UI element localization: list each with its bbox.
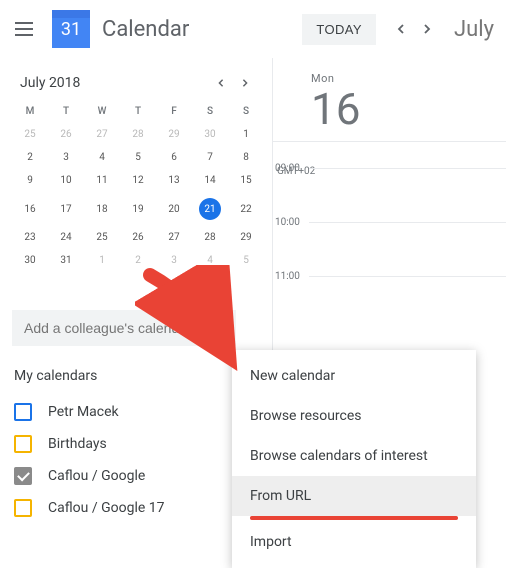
mini-cal-day[interactable]: 20 [156, 192, 192, 226]
mini-cal-day[interactable]: 31 [48, 249, 84, 272]
mini-cal-day[interactable]: 3 [156, 249, 192, 272]
mini-cal-day[interactable]: 10 [48, 169, 84, 192]
mini-cal-day[interactable]: 27 [84, 123, 120, 146]
mini-cal-day-header: S [228, 100, 264, 123]
add-colleague-input[interactable] [12, 310, 236, 346]
mini-cal-day[interactable]: 27 [156, 226, 192, 249]
calendar-label: Caflou / Google [48, 468, 145, 484]
mini-cal-day[interactable]: 19 [120, 192, 156, 226]
mini-cal-day[interactable]: 4 [192, 249, 228, 272]
mini-cal-day[interactable]: 6 [156, 146, 192, 169]
mini-cal-day[interactable]: 25 [12, 123, 48, 146]
mini-prev-month-button[interactable] [210, 72, 232, 94]
mini-cal-day[interactable]: 26 [48, 123, 84, 146]
mini-cal-day[interactable]: 17 [48, 192, 84, 226]
time-row[interactable]: 10:00 [309, 222, 506, 276]
today-button[interactable]: TODAY [302, 14, 376, 45]
popup-item[interactable]: From URL [232, 476, 476, 516]
mini-cal-day-header: M [12, 100, 48, 123]
time-row[interactable]: 09:00 [309, 168, 506, 222]
mini-cal-day[interactable]: 14 [192, 169, 228, 192]
time-label: 10:00 [275, 217, 300, 228]
mini-calendar: MTWTFSS252627282930123456789101112131415… [12, 98, 264, 282]
mini-cal-day[interactable]: 16 [12, 192, 48, 226]
time-row[interactable]: 11:00 [309, 276, 506, 330]
mini-cal-day[interactable]: 11 [84, 169, 120, 192]
mini-cal-day[interactable]: 13 [156, 169, 192, 192]
mini-calendar-title: July 2018 [20, 75, 80, 91]
popup-item[interactable]: Browse calendars of interest [232, 436, 476, 476]
calendar-label: Petr Macek [48, 404, 119, 420]
calendar-item[interactable]: Birthdays [12, 428, 264, 460]
mini-cal-day[interactable]: 2 [120, 249, 156, 272]
mini-calendar-nav [210, 72, 256, 94]
mini-cal-day[interactable]: 25 [84, 226, 120, 249]
next-period-button[interactable] [414, 16, 440, 42]
mini-cal-day[interactable]: 30 [192, 123, 228, 146]
mini-cal-day-header: W [84, 100, 120, 123]
mini-cal-day[interactable]: 5 [228, 249, 264, 272]
popup-item[interactable]: Browse resources [232, 396, 476, 436]
mini-cal-day[interactable]: 30 [12, 249, 48, 272]
mini-cal-day-header: F [156, 100, 192, 123]
calendar-label: Birthdays [48, 436, 107, 452]
mini-cal-day[interactable]: 9 [12, 169, 48, 192]
date-nav [388, 16, 440, 42]
calendar-item[interactable]: Caflou / Google 17 [12, 492, 264, 524]
menu-icon[interactable] [12, 17, 36, 41]
mini-cal-day[interactable]: 1 [84, 249, 120, 272]
calendar-item[interactable]: Petr Macek [12, 396, 264, 428]
app-title: Calendar [102, 17, 189, 42]
mini-cal-day[interactable]: 8 [228, 146, 264, 169]
time-grid[interactable]: 09:0010:0011:00 [309, 168, 506, 330]
calendar-logo[interactable]: 31 [52, 10, 90, 48]
mini-cal-day-header: S [192, 100, 228, 123]
mini-cal-day[interactable]: 5 [120, 146, 156, 169]
mini-cal-day[interactable]: 12 [120, 169, 156, 192]
mini-cal-day[interactable]: 7 [192, 146, 228, 169]
mini-cal-day[interactable]: 24 [48, 226, 84, 249]
day-number[interactable]: 16 [311, 85, 506, 133]
mini-cal-day[interactable]: 1 [228, 123, 264, 146]
mini-cal-day[interactable]: 23 [12, 226, 48, 249]
mini-cal-day[interactable]: 29 [156, 123, 192, 146]
app-header: 31 Calendar TODAY July [0, 0, 506, 58]
mini-cal-day[interactable]: 4 [84, 146, 120, 169]
mini-cal-day[interactable]: 18 [84, 192, 120, 226]
mini-next-month-button[interactable] [234, 72, 256, 94]
mini-cal-day[interactable]: 28 [192, 226, 228, 249]
calendar-checkbox[interactable] [14, 435, 32, 453]
mini-cal-day[interactable]: 28 [120, 123, 156, 146]
time-label: 09:00 [275, 163, 300, 174]
calendar-label: Caflou / Google 17 [48, 500, 165, 516]
calendar-checkbox[interactable] [14, 403, 32, 421]
calendar-list: Petr Macek Birthdays Caflou / Google Caflou… [12, 396, 264, 524]
popup-item[interactable]: Import [232, 522, 476, 562]
day-header: Mon 16 [273, 58, 506, 142]
my-calendars-label[interactable]: My calendars [12, 368, 264, 384]
mini-cal-day[interactable]: 29 [228, 226, 264, 249]
mini-cal-day[interactable]: 2 [12, 146, 48, 169]
mini-cal-day[interactable]: 15 [228, 169, 264, 192]
mini-cal-day[interactable]: 21 [192, 192, 228, 226]
calendar-item[interactable]: Caflou / Google [12, 460, 264, 492]
mini-cal-day-header: T [48, 100, 84, 123]
annotation-underline [250, 516, 458, 520]
time-label: 11:00 [275, 271, 300, 282]
current-month-label: July [454, 17, 494, 42]
calendar-checkbox[interactable] [14, 467, 32, 485]
mini-cal-day[interactable]: 3 [48, 146, 84, 169]
mini-cal-day[interactable]: 22 [228, 192, 264, 226]
mini-cal-day-header: T [120, 100, 156, 123]
popup-item[interactable]: New calendar [232, 356, 476, 396]
add-calendar-popup: New calendarBrowse resourcesBrowse calen… [232, 350, 476, 568]
calendar-checkbox[interactable] [14, 499, 32, 517]
prev-period-button[interactable] [388, 16, 414, 42]
mini-calendar-header: July 2018 [12, 68, 264, 98]
logo-date: 31 [61, 19, 81, 40]
mini-cal-day[interactable]: 26 [120, 226, 156, 249]
